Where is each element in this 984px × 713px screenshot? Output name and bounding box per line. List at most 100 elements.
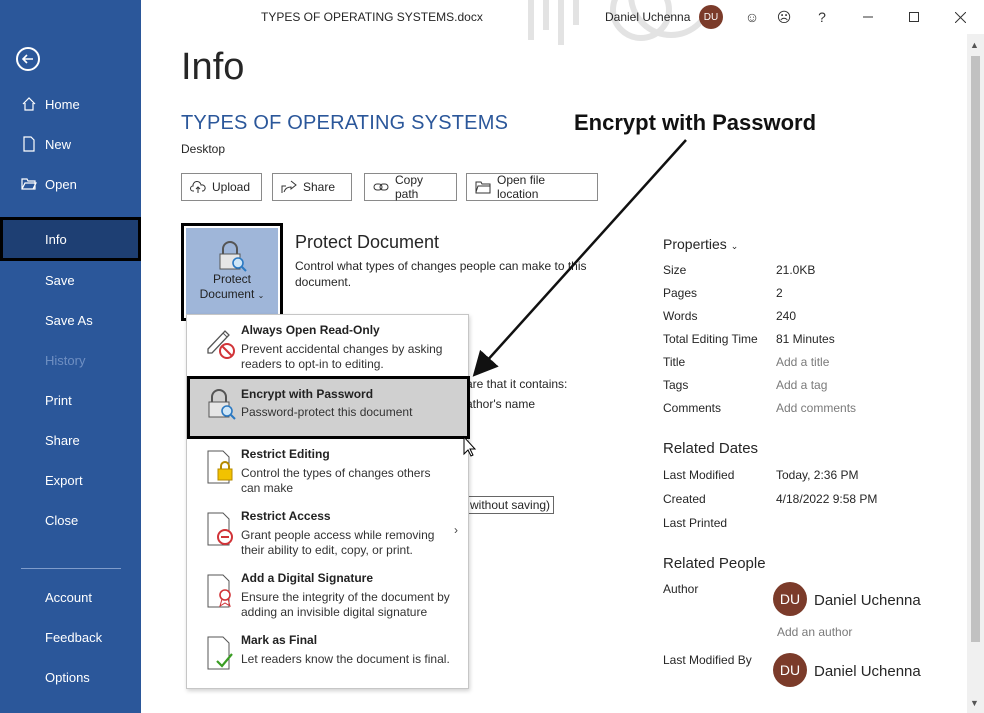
scroll-down-icon[interactable]: ▼ (970, 698, 979, 708)
scroll-up-icon[interactable]: ▲ (970, 40, 979, 50)
document-block-icon (207, 512, 233, 546)
menu-item-add-digital-signature[interactable]: Add a Digital Signature Ensure the integ… (187, 563, 468, 625)
created-value: 4/18/2022 9:58 PM (776, 492, 878, 506)
nav-print-label: Print (45, 392, 72, 408)
nav-home[interactable]: Home (0, 84, 141, 124)
document-title: TYPES OF OPERATING SYSTEMS.docx (261, 10, 483, 24)
chevron-down-icon: ⌄ (730, 241, 739, 251)
nav-export-label: Export (45, 472, 83, 488)
nav-options-label: Options (45, 669, 90, 685)
menu-item-encrypt-with-password[interactable]: Encrypt with Password Password-protect t… (187, 376, 470, 439)
smile-icon[interactable]: ☺ (742, 7, 762, 27)
document-location: Desktop (181, 142, 226, 156)
nav-open[interactable]: Open (0, 164, 141, 204)
nav-share[interactable]: Share (0, 420, 141, 460)
nav-export[interactable]: Export (0, 460, 141, 500)
user-avatar[interactable]: DU (699, 5, 723, 29)
nav-account-label: Account (45, 589, 92, 605)
nav-info[interactable]: Info (0, 217, 141, 261)
properties-heading-label: Properties (663, 236, 727, 252)
manage-button-fragment[interactable]: d without saving) (456, 496, 555, 514)
title-user-name: Daniel Uchenna (605, 10, 691, 24)
nav-account[interactable]: Account (0, 577, 141, 617)
nav-print[interactable]: Print (0, 380, 141, 420)
nav-save-label: Save (45, 272, 75, 288)
last-modified-by-label: Last Modified By (663, 653, 752, 667)
nav-options[interactable]: Options (0, 657, 141, 697)
menu-item-title: Add a Digital Signature (241, 571, 374, 585)
lock-magnifier-icon (208, 389, 236, 420)
add-author-link[interactable]: Add an author (777, 625, 852, 639)
back-button[interactable] (16, 47, 40, 71)
prop-pages-value: 2 (776, 286, 783, 300)
related-people-heading: Related People (663, 555, 766, 572)
last-modified-value: Today, 2:36 PM (776, 468, 859, 482)
prop-size-label: Size (663, 263, 687, 277)
nav-close[interactable]: Close (0, 500, 141, 540)
scroll-thumb[interactable] (971, 56, 980, 642)
properties-heading[interactable]: Properties ⌄ (663, 236, 738, 252)
prop-tags-field[interactable]: Add a tag (776, 378, 827, 392)
upload-button[interactable]: Upload (181, 173, 262, 201)
link-icon (373, 181, 389, 193)
folder-open-icon (19, 177, 39, 191)
prop-words-label: Words (663, 309, 698, 323)
prop-comments-field[interactable]: Add comments (776, 401, 856, 415)
nav-open-label: Open (45, 176, 77, 192)
menu-item-title: Restrict Access (241, 509, 331, 523)
inspect-text-fragment: are that it contains: (466, 377, 568, 391)
nav-save-as[interactable]: Save As (0, 300, 141, 340)
nav-close-label: Close (45, 512, 79, 528)
help-icon[interactable]: ? (812, 7, 832, 27)
nav-feedback[interactable]: Feedback (0, 617, 141, 657)
protect-document-menu: Always Open Read-Only Prevent accidental… (186, 314, 470, 689)
nav-share-label: Share (45, 432, 80, 448)
last-modified-label: Last Modified (663, 468, 735, 482)
prop-comments-label: Comments (663, 401, 722, 415)
protect-document-description: Control what types of changes people can… (295, 259, 587, 289)
share-button[interactable]: Share (272, 173, 352, 201)
document-ribbon-icon (207, 574, 231, 608)
maximize-icon[interactable] (904, 7, 924, 27)
prop-title-field[interactable]: Add a title (776, 355, 829, 369)
protect-document-heading: Protect Document (295, 232, 440, 252)
prop-size-value: 21.0KB (776, 263, 816, 277)
close-icon[interactable] (950, 7, 970, 27)
menu-item-desc: Prevent accidental changes by asking rea… (241, 342, 443, 371)
author-name[interactable]: Daniel Uchenna (814, 592, 921, 609)
nav-history: History (0, 340, 141, 380)
menu-item-desc: Let readers know the document is final. (241, 652, 450, 666)
menu-item-restrict-editing[interactable]: Restrict Editing Control the types of ch… (187, 439, 468, 501)
protect-document-button[interactable]: Protect Document ⌄ (181, 223, 283, 321)
menu-item-mark-as-final[interactable]: Mark as Final Let readers know the docum… (187, 625, 468, 687)
last-modified-by-avatar[interactable]: DU (773, 653, 807, 687)
folder-icon (475, 181, 491, 194)
menu-item-always-open-read-only[interactable]: Always Open Read-Only Prevent accidental… (187, 315, 468, 377)
minimize-icon[interactable] (858, 7, 878, 27)
nav-new[interactable]: New (0, 124, 141, 164)
menu-item-restrict-access[interactable]: Restrict Access Grant people access whil… (187, 501, 468, 563)
last-modified-by-name[interactable]: Daniel Uchenna (814, 663, 921, 680)
prop-editing-time-label: Total Editing Time (663, 332, 758, 346)
prop-title-label: Title (663, 355, 686, 369)
related-dates-heading: Related Dates (663, 440, 759, 457)
copy-path-button[interactable]: Copy path (364, 173, 457, 201)
menu-item-desc: Grant people access while removing their… (241, 528, 435, 557)
prop-editing-time-value: 81 Minutes (776, 332, 835, 346)
open-file-location-button[interactable]: Open file location (466, 173, 598, 201)
home-icon (19, 96, 39, 112)
prop-tags-label: Tags (663, 378, 689, 392)
author-text-fragment: athor's name (466, 397, 535, 411)
menu-item-title: Always Open Read-Only (241, 323, 380, 337)
menu-item-desc: Password-protect this document (241, 405, 413, 419)
vertical-scrollbar[interactable]: ▲ ▼ (967, 34, 984, 713)
menu-item-desc: Control the types of changes others can … (241, 466, 431, 495)
author-avatar[interactable]: DU (773, 582, 807, 616)
menu-item-title: Mark as Final (241, 633, 318, 647)
nav-save[interactable]: Save (0, 260, 141, 300)
chevron-right-icon: › (454, 523, 458, 537)
frown-icon[interactable]: ☹ (774, 7, 794, 27)
cloud-upload-icon (190, 180, 206, 194)
author-label: Author (663, 582, 699, 596)
page-title: Info (181, 46, 245, 88)
